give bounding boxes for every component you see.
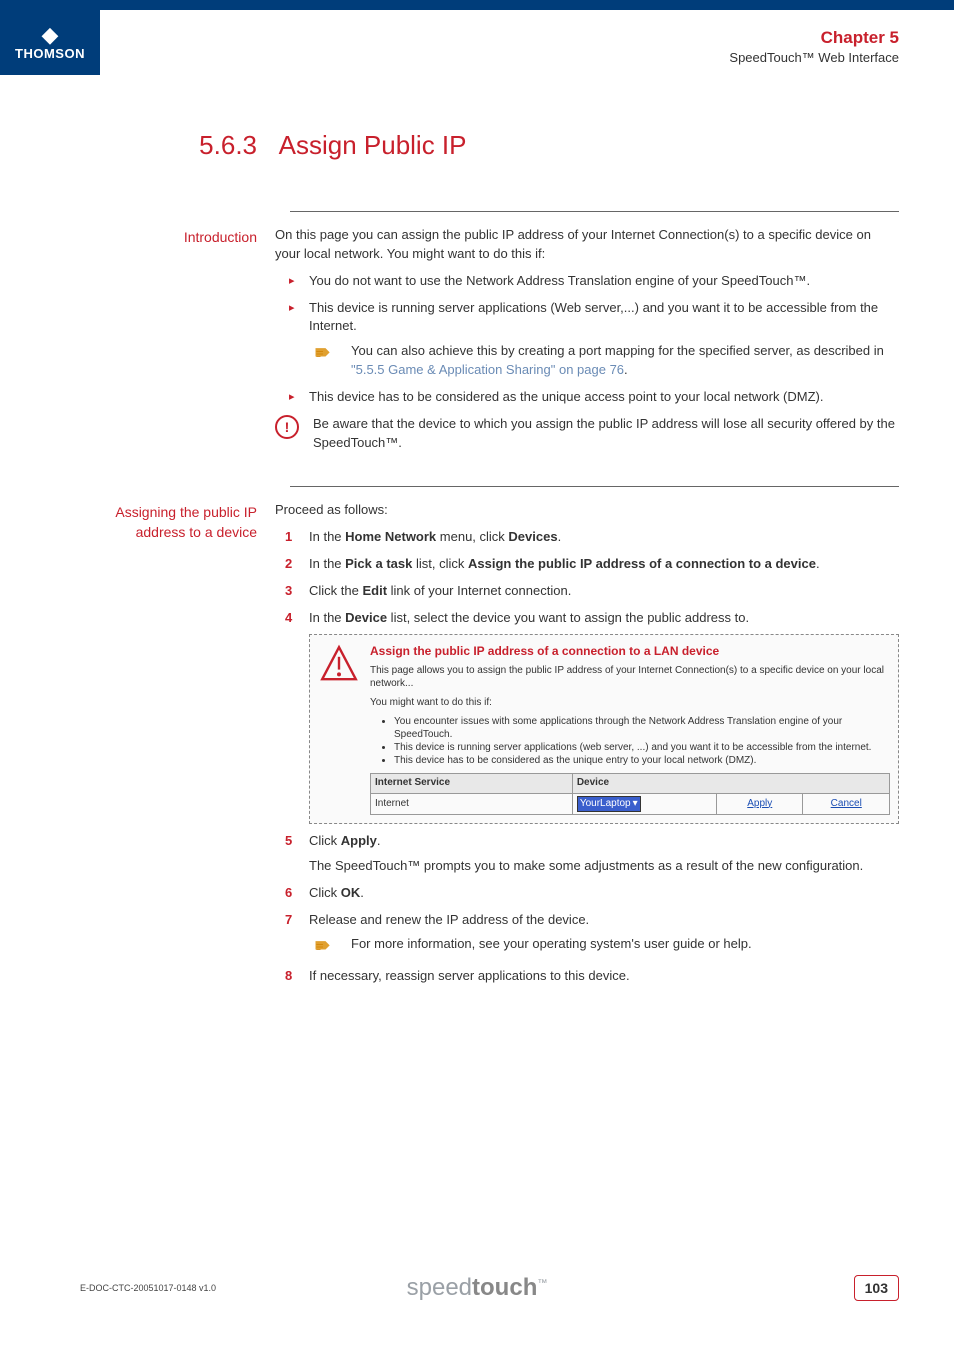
assign-label: Assigning the public IP address to a dev… <box>80 501 275 542</box>
warning-text: Be aware that the device to which you as… <box>313 415 899 453</box>
intro-bullet-3: This device has to be considered as the … <box>275 388 899 407</box>
warning-note: ! Be aware that the device to which you … <box>275 415 899 453</box>
apply-link[interactable]: Apply <box>747 798 772 809</box>
step-5: Click Apply. The SpeedTouch™ prompts you… <box>275 832 899 876</box>
top-bar <box>0 0 954 10</box>
chapter-title: Chapter 5 <box>729 28 899 48</box>
step-7: Release and renew the IP address of the … <box>275 911 899 960</box>
chevron-down-icon: ▾ <box>633 797 638 812</box>
doc-id: E-DOC-CTC-20051017-0148 v1.0 <box>80 1283 216 1293</box>
warning-icon: ! <box>275 415 299 439</box>
brand-logo: ◆ THOMSON <box>0 0 100 75</box>
divider <box>290 211 899 212</box>
logo-icon: ◆ <box>42 24 59 46</box>
logo-text: THOMSON <box>15 46 85 61</box>
step-7-tip-text: For more information, see your operating… <box>351 935 899 954</box>
page-footer: E-DOC-CTC-20051017-0148 v1.0 speedtouch™… <box>0 1275 954 1301</box>
intro-content: On this page you can assign the public I… <box>275 226 899 458</box>
ss-title: Assign the public IP address of a connec… <box>370 643 890 660</box>
ss-td-service: Internet <box>371 793 573 815</box>
page-header: Chapter 5 SpeedTouch™ Web Interface <box>729 28 899 65</box>
step-1: In the Home Network menu, click Devices. <box>275 528 899 547</box>
tip-text: You can also achieve this by creating a … <box>351 342 899 380</box>
step-3: Click the Edit link of your Internet con… <box>275 582 899 601</box>
ss-li3: This device has to be considered as the … <box>394 754 890 767</box>
intro-bullet-1: You do not want to use the Network Addre… <box>275 272 899 291</box>
brand-mark: speedtouch™ <box>407 1274 548 1302</box>
intro-bullet-2: This device is running server applicatio… <box>275 299 899 380</box>
embedded-screenshot: Assign the public IP address of a connec… <box>309 634 899 824</box>
ss-table: Internet Service Device Internet YourLap… <box>370 773 890 815</box>
step-6: Click OK. <box>275 884 899 903</box>
tip-note: You can also achieve this by creating a … <box>309 342 899 380</box>
step-2: In the Pick a task list, click Assign th… <box>275 555 899 574</box>
section-heading: 5.6.3 Assign Public IP <box>80 130 899 161</box>
page-number: 103 <box>854 1275 899 1301</box>
tip-icon <box>309 342 337 366</box>
ss-th-device: Device <box>572 774 889 794</box>
assign-lead: Proceed as follows: <box>275 501 899 520</box>
step-7-tip: For more information, see your operating… <box>309 935 899 959</box>
ss-warning-icon <box>318 643 360 685</box>
section-number: 5.6.3 <box>80 130 275 161</box>
step-4: In the Device list, select the device yo… <box>275 609 899 824</box>
ss-p2: You might want to do this if: <box>370 696 890 709</box>
cancel-link[interactable]: Cancel <box>831 798 862 809</box>
device-select[interactable]: YourLaptop▾ <box>577 796 641 813</box>
ss-th-service: Internet Service <box>371 774 573 794</box>
tip-icon <box>309 935 337 959</box>
intro-label: Introduction <box>80 226 275 248</box>
ss-li2: This device is running server applicatio… <box>394 741 890 754</box>
section-title: Assign Public IP <box>279 130 467 160</box>
chapter-subtitle: SpeedTouch™ Web Interface <box>729 50 899 65</box>
assign-content: Proceed as follows: In the Home Network … <box>275 501 899 994</box>
divider <box>290 486 899 487</box>
xref-link[interactable]: "5.5.5 Game & Application Sharing" on pa… <box>351 362 624 377</box>
ss-li1: You encounter issues with some applicati… <box>394 715 890 741</box>
intro-lead: On this page you can assign the public I… <box>275 226 899 264</box>
step-8: If necessary, reassign server applicatio… <box>275 967 899 986</box>
step-5-note: The SpeedTouch™ prompts you to make some… <box>309 857 899 876</box>
ss-p1: This page allows you to assign the publi… <box>370 664 890 690</box>
